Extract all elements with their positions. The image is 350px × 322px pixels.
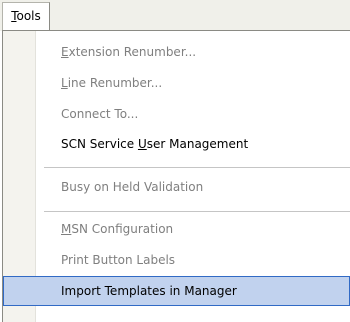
menu-item-print-button-labels[interactable]: Print Button Labels [3,245,350,275]
menu-separator [44,211,350,212]
menu-item-label: MSN Configuration [61,222,174,236]
tools-dropdown-menu: Extension Renumber... Line Renumber... C… [2,30,350,322]
menu-item-line-renumber[interactable]: Line Renumber... [3,68,350,98]
menu-item-label: SCN Service User Management [61,137,249,151]
menu-bar: Tools [0,0,350,31]
menu-item-label: Line Renumber... [61,76,163,90]
menu-item-extension-renumber[interactable]: Extension Renumber... [3,37,350,67]
menu-item-scn-service-user-management[interactable]: SCN Service User Management [3,129,350,159]
menu-separator [44,167,350,168]
menu-item-connect-to[interactable]: Connect To... [3,99,350,129]
menu-item-label: Print Button Labels [61,253,176,267]
menu-item-busy-on-held-validation[interactable]: Busy on Held Validation [3,172,350,202]
menu-item-msn-configuration[interactable]: MSN Configuration [3,214,350,244]
menu-item-label: Connect To... [61,107,139,121]
menu-item-label: Extension Renumber... [61,45,197,59]
menu-item-label: Busy on Held Validation [61,180,204,194]
menu-tools-label: Tools [11,9,41,23]
menu-tools[interactable]: Tools [2,2,50,30]
menu-item-import-templates-in-manager[interactable]: Import Templates in Manager [3,276,350,306]
menu-item-label: Import Templates in Manager [61,284,237,298]
